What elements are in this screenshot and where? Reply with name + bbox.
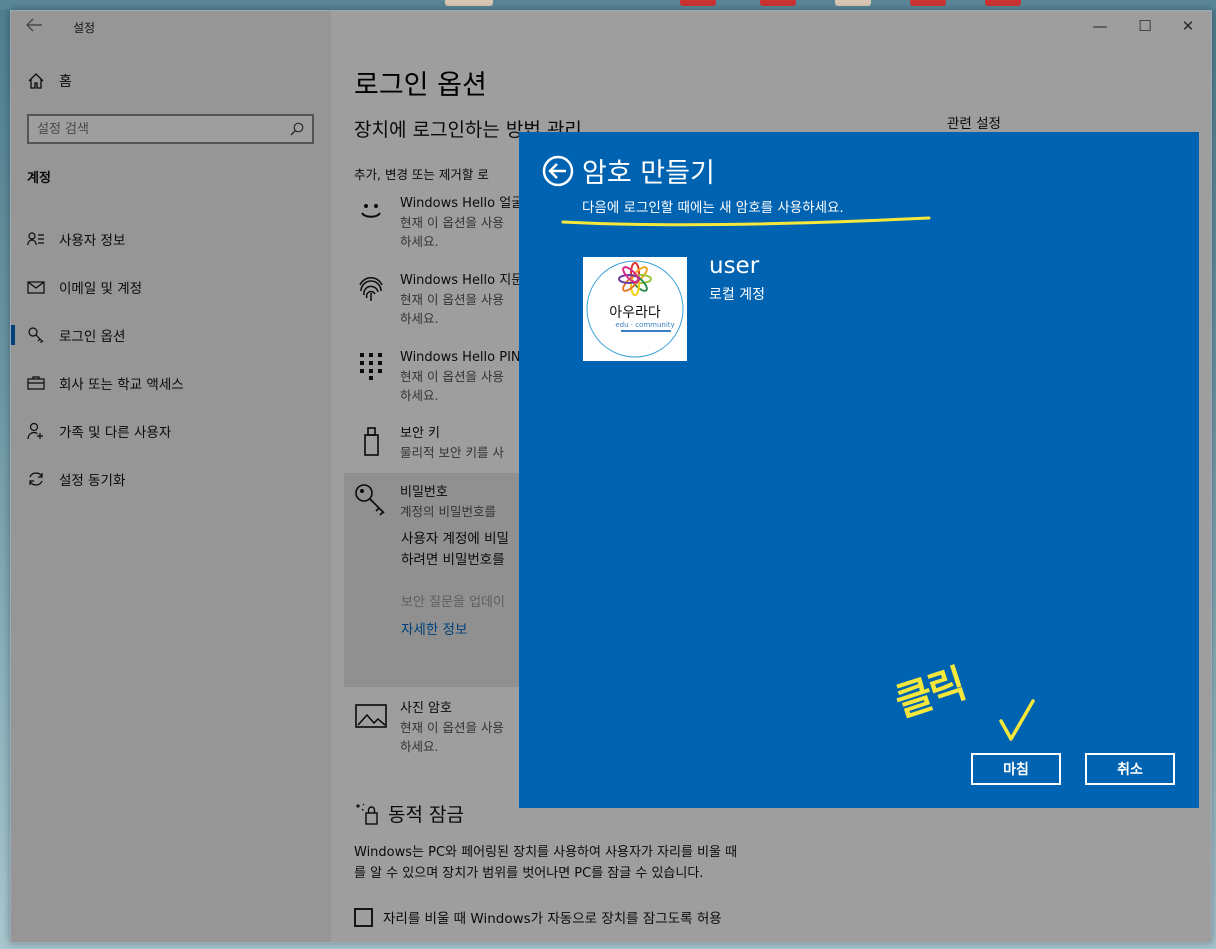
desktop-item <box>985 0 1021 6</box>
create-password-dialog: 암호 만들기 다음에 로그인할 때에는 새 암호를 사용하세요. 아우라다 ed… <box>519 132 1199 808</box>
avatar: 아우라다 edu · community <box>583 257 687 361</box>
finish-button[interactable]: 마침 <box>971 753 1061 785</box>
avatar-logo-text: 아우라다 <box>609 305 661 321</box>
desktop-item <box>835 0 871 6</box>
account-type: 로컬 계정 <box>709 287 765 303</box>
back-circle-icon[interactable] <box>542 155 574 187</box>
desktop-item <box>910 0 946 6</box>
cancel-button[interactable]: 취소 <box>1085 753 1175 785</box>
desktop-item <box>680 0 716 6</box>
annotation-check-icon <box>999 699 1035 741</box>
avatar-logo-subtext: edu · community <box>615 321 674 329</box>
annotation-click-text: 클릭 <box>889 660 971 727</box>
dialog-title: 암호 만들기 <box>582 158 715 189</box>
user-name: user <box>709 253 760 279</box>
desktop-item <box>445 0 493 6</box>
highlight-underline <box>561 216 931 227</box>
desktop-item <box>760 0 796 6</box>
desktop-top-strip <box>0 0 1216 10</box>
